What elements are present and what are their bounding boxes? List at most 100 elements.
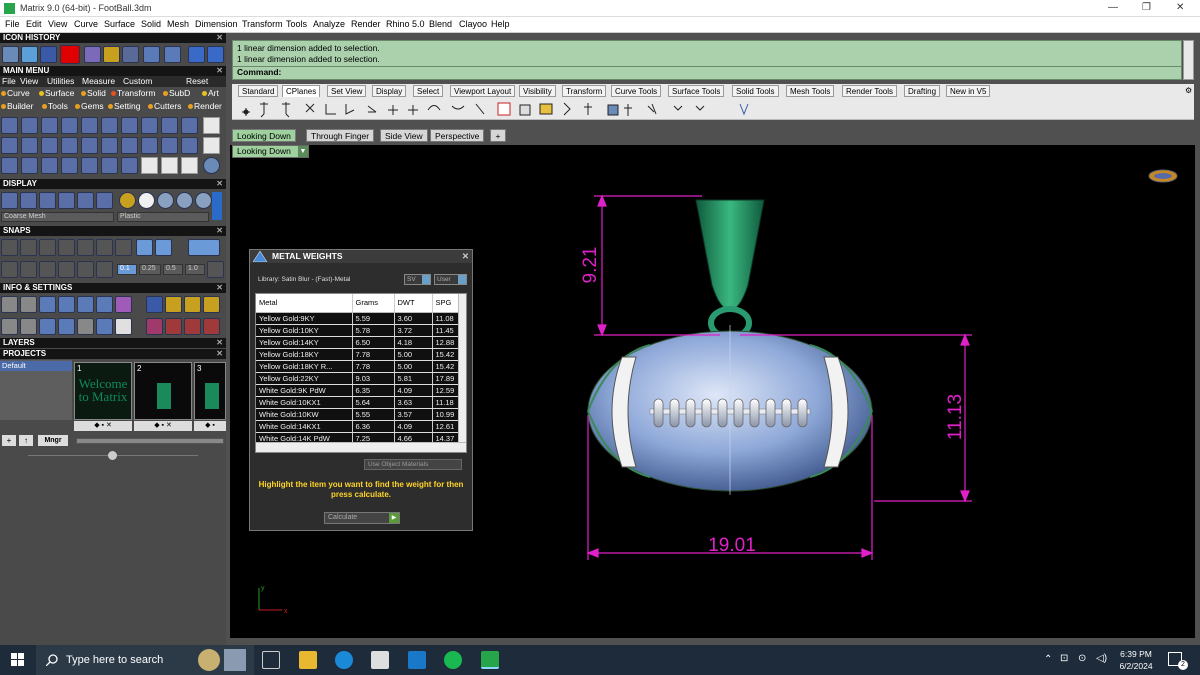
table-vscroll[interactable] [458, 294, 466, 442]
tool-icon[interactable] [121, 117, 138, 134]
tab-mesh-tools[interactable]: Mesh Tools [786, 85, 835, 97]
settings-icon[interactable] [96, 318, 113, 335]
category-gems[interactable]: Gems [75, 101, 104, 112]
category-curve[interactable]: Curve [1, 88, 30, 99]
table-row[interactable]: Yellow Gold:18KY 7.78 5.00 15.42 [256, 348, 466, 361]
calculate-button[interactable]: Calculate ▶ [324, 512, 400, 524]
snap-icon[interactable] [96, 239, 113, 256]
settings-icon[interactable] [165, 318, 182, 335]
menu-surface[interactable]: Surface [104, 19, 135, 29]
tab-through-finger[interactable]: Through Finger [306, 129, 375, 142]
grid-snap-icon[interactable] [77, 261, 94, 278]
tool-icon[interactable] [181, 157, 198, 174]
snap-icon[interactable] [155, 239, 172, 256]
display-mode-icon[interactable] [77, 192, 94, 209]
main-menu-measure[interactable]: Measure [82, 76, 115, 87]
tool-icon[interactable] [121, 157, 138, 174]
dimension-label-right[interactable]: 11.13 [945, 394, 966, 440]
close-icon[interactable]: ✕ [216, 283, 223, 293]
close-icon[interactable]: ✕ [216, 226, 223, 236]
menu-dimension[interactable]: Dimension [195, 19, 238, 29]
tab-select[interactable]: Select [413, 85, 444, 97]
edge-icon[interactable] [335, 651, 353, 669]
table-row[interactable]: White Gold:9K PdW 6.35 4.09 12.59 [256, 384, 466, 397]
tool-icon[interactable] [141, 157, 158, 174]
tool-icon[interactable] [61, 157, 78, 174]
col-dwt[interactable]: DWT [394, 294, 433, 313]
viewport-select[interactable]: Looking Down ▼ [232, 145, 309, 158]
volume-icon[interactable]: ◁) [1096, 653, 1107, 664]
tool-icon[interactable] [41, 157, 58, 174]
tool-icon[interactable] [161, 117, 178, 134]
add-project-button[interactable]: + [2, 435, 16, 446]
circle-tool-icon[interactable] [203, 157, 220, 174]
close-icon[interactable]: ✕ [216, 33, 223, 43]
search-box[interactable]: Type here to search [36, 645, 254, 675]
tab-transform[interactable]: Transform [562, 85, 607, 97]
info-icon[interactable] [146, 296, 163, 313]
tool-icon[interactable] [1, 117, 18, 134]
settings-icon[interactable] [146, 318, 163, 335]
tab-surface-tools[interactable]: Surface Tools [668, 85, 725, 97]
settings-icon[interactable] [203, 318, 220, 335]
grid-snap-icon[interactable] [1, 261, 18, 278]
menu-mesh[interactable]: Mesh [167, 19, 189, 29]
tab-set-view[interactable]: Set View [327, 85, 367, 97]
table-row[interactable]: White Gold:10KX1 5.64 3.63 11.18 [256, 396, 466, 409]
network-icon[interactable]: ⊡ [1060, 653, 1068, 664]
tab-side-view[interactable]: Side View [380, 129, 428, 142]
grid-snap-icon[interactable] [20, 261, 37, 278]
table-row[interactable]: White Gold:14KX1 6.36 4.09 12.61 [256, 420, 466, 433]
close-icon[interactable]: ✕ [216, 179, 223, 189]
thumb-2-controls[interactable]: ◆ ▪ ✕ [134, 421, 192, 431]
settings-icon[interactable] [1, 318, 18, 335]
snap-icon[interactable] [39, 239, 56, 256]
menu-tools[interactable]: Tools [286, 19, 307, 29]
main-menu-utilities[interactable]: Utilities [47, 76, 74, 87]
category-subd[interactable]: SubD [163, 88, 190, 99]
tool-icon[interactable] [161, 157, 178, 174]
tab-perspective[interactable]: Perspective [430, 129, 485, 142]
tool-icon[interactable] [61, 137, 78, 154]
display-mode-icon[interactable] [39, 192, 56, 209]
windows-start-icon[interactable] [11, 653, 25, 667]
tool-icon[interactable] [2, 46, 19, 63]
tool-icon[interactable] [1, 157, 18, 174]
close-icon[interactable]: ✕ [216, 349, 223, 359]
grid-icon[interactable] [207, 261, 224, 278]
tool-icon[interactable] [122, 46, 139, 63]
arrow-right-icon[interactable] [207, 46, 224, 63]
use-object-materials-checkbox[interactable]: Use Object Materials [364, 459, 462, 470]
tool-icon[interactable] [40, 46, 57, 63]
project-default[interactable]: Default [0, 361, 72, 371]
menu-render[interactable]: Render [351, 19, 381, 29]
task-view-icon[interactable] [262, 651, 280, 669]
col-metal[interactable]: Metal [256, 294, 353, 313]
info-icon[interactable] [96, 296, 113, 313]
clock-time[interactable]: 6:39 PM [1118, 649, 1154, 659]
tool-icon[interactable] [84, 46, 101, 63]
thumb-1-controls[interactable]: ◆ ▪ ✕ [74, 421, 132, 431]
tool-icon[interactable] [1, 137, 18, 154]
display-mesh-select[interactable]: Coarse Mesh [1, 212, 114, 222]
main-menu-view[interactable]: View [20, 76, 38, 87]
tool-icon[interactable] [141, 137, 158, 154]
menu-rhino[interactable]: Rhino 5.0 [386, 19, 425, 29]
grid-snap-icon[interactable] [39, 261, 56, 278]
tab-visibility[interactable]: Visibility [519, 85, 556, 97]
snap-icon[interactable] [136, 239, 153, 256]
tool-icon[interactable] [21, 46, 38, 63]
category-cutters[interactable]: Cutters [148, 101, 181, 112]
wrench-icon[interactable] [20, 296, 37, 313]
metal-weights-title[interactable]: METAL WEIGHTS ✕ [250, 250, 472, 263]
settings-icon[interactable] [58, 318, 75, 335]
maximize-icon[interactable]: ❐ [1142, 2, 1151, 13]
table-row[interactable]: Yellow Gold:9KY 5.59 3.60 11.08 [256, 312, 466, 325]
tab-standard[interactable]: Standard [238, 85, 279, 97]
snap-toggle[interactable] [188, 239, 220, 256]
menu-file[interactable]: File [5, 19, 20, 29]
snap-icon[interactable] [77, 239, 94, 256]
minimize-icon[interactable]: — [1108, 2, 1118, 13]
category-tools[interactable]: Tools [42, 101, 68, 112]
category-solid[interactable]: Solid [81, 88, 106, 99]
